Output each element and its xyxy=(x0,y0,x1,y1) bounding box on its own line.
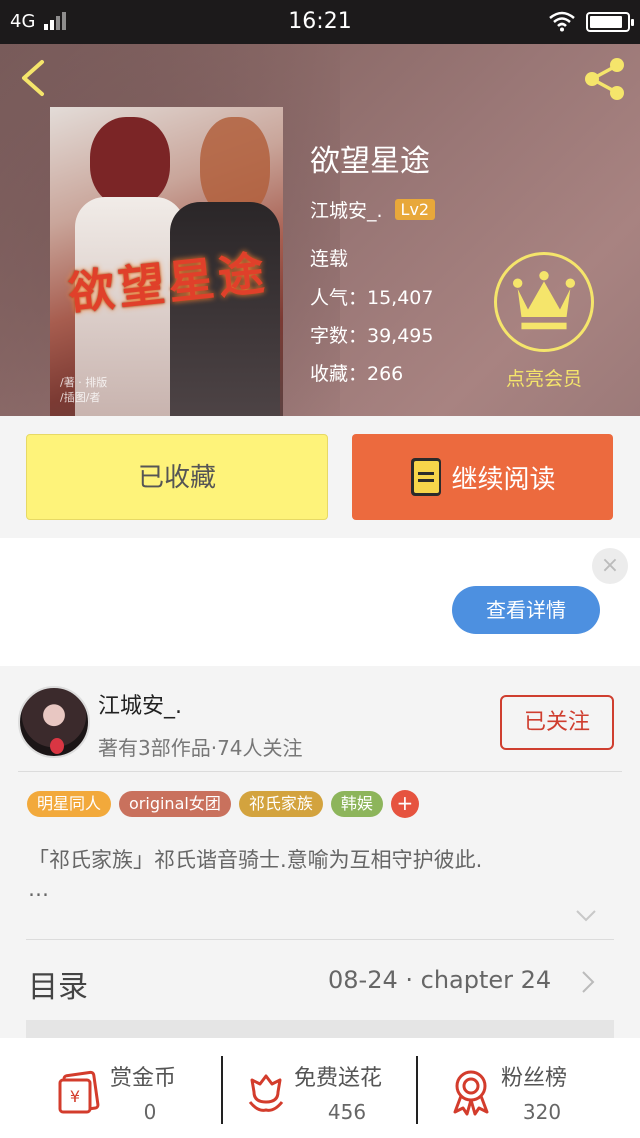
follow-button[interactable]: 已关注 xyxy=(500,695,614,750)
book-cover[interactable]: 欲望星途 /著 · 排版 /插图/者 xyxy=(50,107,283,416)
tag[interactable]: 韩娱 xyxy=(330,791,383,817)
description-text: 「祁氏家族」祁氏谐音骑士.意喻为互相守护彼此. xyxy=(28,848,483,872)
add-tag-button[interactable]: + xyxy=(390,790,419,818)
medal-icon xyxy=(453,1070,489,1116)
word-count: 字数：39,495 xyxy=(310,325,434,347)
author-stats: 著有3部作品·74人关注 xyxy=(98,736,303,760)
bottom-bar: ¥ 赏金币 0 免费送花 456 粉丝榜 320 xyxy=(0,1038,640,1138)
book-icon xyxy=(411,458,442,496)
book-header: 欲望星途 /著 · 排版 /插图/者 欲望星途 江城安_. Lv2 连载 人气：… xyxy=(0,44,640,416)
divider xyxy=(221,1056,223,1124)
book-description: 「祁氏家族」祁氏谐音骑士.意喻为互相守护彼此. … xyxy=(28,846,598,904)
divider xyxy=(26,939,614,940)
divider xyxy=(18,771,622,772)
tag[interactable]: original女团 xyxy=(119,791,231,817)
share-icon[interactable] xyxy=(582,56,628,102)
close-icon[interactable]: × xyxy=(592,548,628,584)
divider xyxy=(416,1056,418,1124)
fans-label: 粉丝榜 xyxy=(501,1066,568,1091)
vip-label[interactable]: 点亮会员 xyxy=(490,364,598,391)
vip-button[interactable] xyxy=(494,252,594,352)
latest-chapter[interactable]: 08-24 · chapter 24 xyxy=(328,966,551,994)
author-name[interactable]: 江城安_. xyxy=(310,196,383,223)
tag-list: 明星同人 original女团 祁氏家族 韩娱 + xyxy=(27,790,419,818)
toc-label[interactable]: 目录 xyxy=(28,962,88,1006)
section-separator xyxy=(26,1020,614,1038)
reward-label: 赏金币 xyxy=(110,1066,177,1091)
tag[interactable]: 祁氏家族 xyxy=(238,791,323,817)
view-details-button[interactable]: 查看详情 xyxy=(452,586,600,634)
clock: 16:21 xyxy=(288,9,352,34)
author-card-name[interactable]: 江城安_. xyxy=(98,688,182,720)
reward-value: 0 xyxy=(143,1100,157,1124)
chevron-down-icon[interactable] xyxy=(574,908,598,924)
author-line[interactable]: 江城安_. Lv2 xyxy=(310,196,436,223)
cover-figure xyxy=(90,117,170,207)
flower-icon xyxy=(248,1074,284,1112)
wifi-icon xyxy=(549,11,575,32)
description-ellipsis: … xyxy=(28,877,49,901)
status-bar: 4G 16:21 xyxy=(0,0,640,44)
battery-level xyxy=(590,16,623,28)
level-badge: Lv2 xyxy=(394,199,436,220)
crown-icon xyxy=(512,270,576,330)
battery-icon xyxy=(586,12,634,32)
action-bar: 已收藏 继续阅读 xyxy=(0,416,640,538)
cover-subtitle: /著 · 排版 /插图/者 xyxy=(60,376,108,404)
coin-envelope-icon: ¥ xyxy=(58,1070,100,1114)
popularity: 人气：15,407 xyxy=(310,287,434,309)
send-flower-button[interactable]: 免费送花 456 xyxy=(224,1038,417,1138)
author-card: 江城安_. 著有3部作品·74人关注 已关注 明星同人 original女团 祁… xyxy=(0,666,640,1038)
flower-value: 456 xyxy=(327,1100,367,1124)
continue-reading-label: 继续阅读 xyxy=(451,464,556,495)
flower-label: 免费送花 xyxy=(294,1066,383,1091)
ad-banner[interactable]: × 查看详情 xyxy=(0,538,640,666)
tag[interactable]: 明星同人 xyxy=(27,791,112,817)
back-icon[interactable] xyxy=(14,58,54,98)
reward-coins-button[interactable]: ¥ 赏金币 0 xyxy=(0,1038,222,1138)
avatar[interactable] xyxy=(18,686,90,758)
fan-ranking-button[interactable]: 粉丝榜 320 xyxy=(419,1038,640,1138)
book-title: 欲望星途 xyxy=(310,144,430,179)
chevron-right-icon[interactable] xyxy=(580,969,596,995)
continue-reading-button[interactable]: 继续阅读 xyxy=(352,434,613,520)
fans-value: 320 xyxy=(522,1100,562,1124)
svg-text:¥: ¥ xyxy=(70,1087,80,1106)
serial-status: 连载 xyxy=(310,248,349,270)
collected-button[interactable]: 已收藏 xyxy=(26,434,328,520)
favorites-count: 收藏：266 xyxy=(310,363,404,385)
